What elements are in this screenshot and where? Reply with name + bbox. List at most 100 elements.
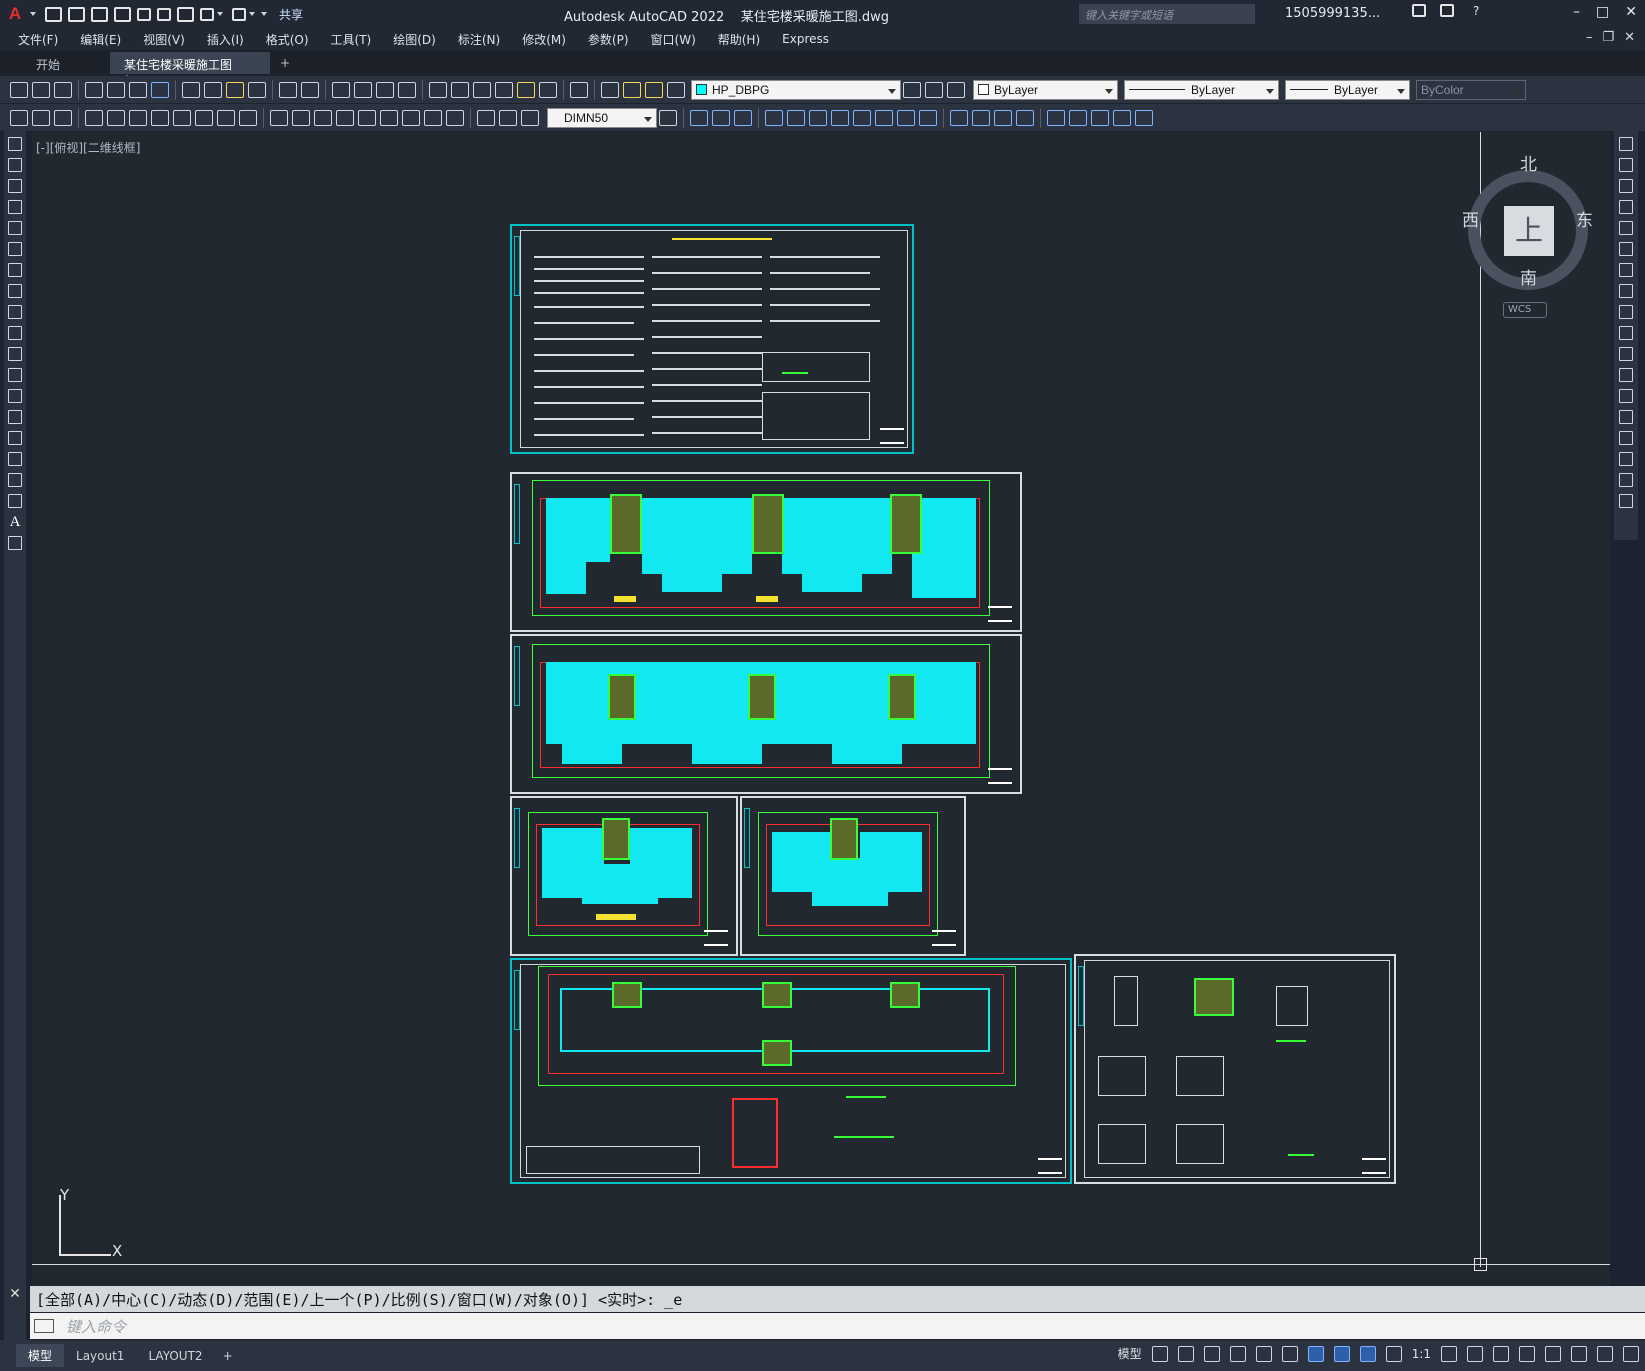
- break-icon[interactable]: [1619, 389, 1633, 403]
- array-icon[interactable]: [1619, 221, 1633, 235]
- command-input[interactable]: 键入命令: [30, 1313, 1645, 1339]
- object-snap-tracking-icon[interactable]: [1281, 1345, 1298, 1362]
- zoom-realtime-icon[interactable]: [354, 81, 372, 98]
- construction-line-icon[interactable]: [8, 158, 22, 172]
- sheet-design-notes[interactable]: [510, 224, 914, 454]
- auto-scale-icon[interactable]: [1385, 1345, 1402, 1362]
- menu-draw[interactable]: 绘图(D): [382, 31, 447, 48]
- minimize-icon[interactable]: –: [1573, 4, 1580, 20]
- intersect-icon[interactable]: [734, 109, 752, 126]
- spline-icon[interactable]: [8, 305, 22, 319]
- aligned-dim-icon[interactable]: [107, 109, 125, 126]
- color-faces-icon[interactable]: [919, 109, 937, 126]
- sheet-details[interactable]: [1074, 954, 1396, 1184]
- taper-faces-icon[interactable]: [875, 109, 893, 126]
- clean-screen-icon[interactable]: [1597, 1345, 1613, 1362]
- layer-previous-icon[interactable]: [925, 81, 943, 98]
- compass-east[interactable]: 东: [1576, 206, 1593, 231]
- jogged-dim-icon[interactable]: [195, 109, 213, 126]
- new-tab-button[interactable]: +: [270, 52, 300, 74]
- thicken-icon[interactable]: [1113, 109, 1131, 126]
- properties-icon[interactable]: [429, 81, 447, 98]
- redo-tb-icon[interactable]: [301, 81, 319, 98]
- search-input[interactable]: 键入关键字或短语: [1079, 4, 1255, 24]
- layer-on-icon[interactable]: [623, 81, 641, 98]
- imprint-icon[interactable]: [950, 109, 968, 126]
- redo-icon[interactable]: [232, 7, 246, 21]
- viewcube[interactable]: 上 北 南 东 西: [1462, 155, 1593, 290]
- undo-tb-icon[interactable]: [279, 81, 297, 98]
- plot-icon[interactable]: [177, 6, 194, 22]
- sheet-floor-plan-1[interactable]: [510, 472, 1022, 632]
- make-current-icon[interactable]: [903, 81, 921, 98]
- menu-edit[interactable]: 编辑(E): [69, 31, 132, 48]
- share-button[interactable]: 共享: [279, 6, 303, 23]
- trim-icon[interactable]: [1619, 326, 1633, 340]
- color-dropdown[interactable]: ByLayer: [973, 79, 1118, 100]
- mirror-icon[interactable]: [1619, 179, 1633, 193]
- layer-lock-icon[interactable]: [667, 81, 685, 98]
- 3dprint-icon[interactable]: [151, 81, 169, 98]
- layout-tab-model[interactable]: 模型: [16, 1344, 65, 1367]
- viewport-controls-label[interactable]: [-][俯视][二维线框]: [36, 139, 140, 156]
- move-icon[interactable]: [1619, 242, 1633, 256]
- separate-icon[interactable]: [994, 109, 1012, 126]
- menu-dimension[interactable]: 标注(N): [447, 31, 511, 48]
- arc-icon[interactable]: [8, 242, 22, 256]
- snap-mode-icon[interactable]: [1177, 1345, 1194, 1362]
- diameter-dim-icon[interactable]: [217, 109, 235, 126]
- doc-restore-icon[interactable]: ❐: [1602, 30, 1614, 45]
- sheet-floor-plan-2[interactable]: [510, 634, 1022, 794]
- ortho-mode-icon[interactable]: [1203, 1345, 1220, 1362]
- help-tb-icon[interactable]: [570, 81, 588, 98]
- autodesk-a360-icon[interactable]: [1440, 4, 1454, 17]
- pan-icon[interactable]: [332, 81, 350, 98]
- menu-window[interactable]: 窗口(W): [640, 31, 707, 48]
- make-block-icon[interactable]: [8, 389, 22, 403]
- offset-icon[interactable]: [1619, 200, 1633, 214]
- menu-modify[interactable]: 修改(M): [511, 31, 577, 48]
- undo-dropdown-icon[interactable]: [217, 12, 223, 16]
- polygon-icon[interactable]: [8, 200, 22, 214]
- layout-tab-layout2[interactable]: LAYOUT2: [136, 1346, 214, 1366]
- section-plane-icon[interactable]: [1069, 109, 1087, 126]
- add-selected-icon[interactable]: [8, 536, 22, 550]
- polyline-icon[interactable]: [8, 179, 22, 193]
- quick-properties-icon[interactable]: [1519, 1345, 1535, 1362]
- open-icon[interactable]: [32, 81, 50, 98]
- sheet-unit-plan-a[interactable]: [510, 796, 738, 956]
- join-icon[interactable]: [1619, 410, 1633, 424]
- sheet-heating-system[interactable]: [510, 958, 1072, 1184]
- plot-tb-icon[interactable]: [85, 81, 103, 98]
- copy-faces-icon[interactable]: [897, 109, 915, 126]
- table-icon[interactable]: [8, 494, 22, 508]
- move-faces-icon[interactable]: [787, 109, 805, 126]
- layer-dropdown[interactable]: HP_DBPG: [691, 79, 901, 100]
- layout-tab-layout1[interactable]: Layout1: [64, 1346, 136, 1366]
- menu-help[interactable]: 帮助(H): [707, 31, 771, 48]
- linear-dim-icon[interactable]: [85, 109, 103, 126]
- subtract-icon[interactable]: [712, 109, 730, 126]
- rectangle-icon[interactable]: [8, 221, 22, 235]
- grid-display-icon[interactable]: [1151, 1345, 1168, 1362]
- publish-icon[interactable]: [129, 81, 147, 98]
- autocad-logo[interactable]: A: [0, 4, 30, 24]
- explode-icon[interactable]: [1619, 494, 1633, 508]
- command-close-icon[interactable]: ✕: [9, 1286, 21, 1302]
- insert-block-left-icon[interactable]: [8, 368, 22, 382]
- dim-text-edit-icon[interactable]: [499, 109, 517, 126]
- model-space-toggle[interactable]: 模型: [1118, 1345, 1142, 1362]
- help-icon[interactable]: ?: [1473, 4, 1479, 18]
- cut-icon[interactable]: [182, 81, 200, 98]
- create-block-icon[interactable]: [32, 109, 50, 126]
- annotation-monitor-icon[interactable]: [1467, 1345, 1483, 1362]
- plot-preview-icon[interactable]: [107, 81, 125, 98]
- sheet-set-icon[interactable]: [495, 81, 513, 98]
- rotate-faces-icon[interactable]: [853, 109, 871, 126]
- user-account[interactable]: 1505999135...: [1285, 6, 1380, 21]
- linetype-dropdown[interactable]: ByLayer: [1124, 79, 1279, 100]
- shell-icon[interactable]: [1016, 109, 1034, 126]
- slice-icon[interactable]: [1091, 109, 1109, 126]
- extend-icon[interactable]: [1619, 347, 1633, 361]
- region-icon[interactable]: [8, 473, 22, 487]
